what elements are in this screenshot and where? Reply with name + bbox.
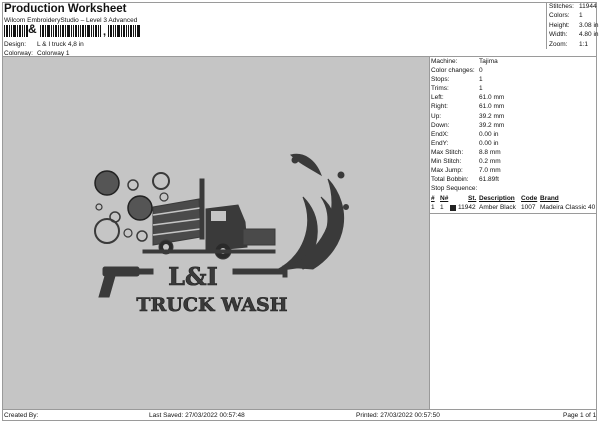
machine-info-panel: Machine: Tajima Color changes: 0 Stops: 1 T… [431, 57, 597, 193]
footer-page: Page 1 of 1 [563, 412, 597, 419]
info-row-total-bobbin: Total Bobbin: 61.89ft [431, 176, 499, 184]
info-row-min-stitch: Min Stitch: 0.2 mm [431, 158, 501, 166]
info-row-left: Left: 61.0 mm [431, 94, 505, 102]
info-row-up: Up: 39.2 mm [431, 112, 505, 120]
truck-icon [142, 178, 276, 260]
row-stitches: 11942 [458, 204, 476, 211]
row-description: Amber Black [479, 204, 516, 211]
stat-stitches: Stitches: 11944 [549, 3, 597, 10]
thread-color-swatch [450, 205, 456, 211]
footer-divider [3, 409, 597, 410]
row-code: 1007 [521, 204, 536, 211]
barcode [4, 25, 141, 37]
stop-sequence-divider [430, 213, 597, 214]
info-row-max-stitch: Max Stitch: 8.8 mm [431, 148, 501, 156]
footer-last-saved: Last Saved: 27/03/2022 00:57:48 [149, 412, 245, 419]
col-stitches: St. [468, 195, 477, 202]
footer-created-by: Created By: [4, 412, 39, 419]
info-row-machine: Machine: Tajima [431, 58, 498, 65]
col-brand: Brand [540, 195, 559, 202]
bubble-icon [127, 195, 153, 221]
info-row-endy: EndY: 0.00 in [431, 139, 499, 147]
stat-height: Height: 3.08 in [549, 21, 599, 29]
bubble-icon [123, 228, 133, 238]
bubble-icon [152, 172, 170, 190]
bubble-icon [95, 203, 103, 211]
stat-width: Width: 4.80 in [549, 31, 599, 39]
info-row-endx: EndX: 0.00 in [431, 130, 499, 138]
bubble-icon [94, 218, 120, 244]
bubble-icon [159, 192, 169, 202]
info-row-stops: Stops: 1 [431, 76, 483, 84]
design-label: Design: [4, 41, 27, 48]
stat-colors: Colors: 1 [549, 12, 583, 20]
row-brand: Madeira Classic 40 [540, 204, 596, 211]
barcode-comma: , [103, 26, 107, 38]
footer-printed: Printed: 27/03/2022 00:57:50 [356, 412, 440, 419]
col-description: Description [479, 195, 515, 202]
logo-line2: TRUCK WASH [136, 294, 287, 316]
info-row-down: Down: 39.2 mm [431, 121, 505, 129]
software-subtitle: Wilcom EmbroideryStudio – Level 3 Advanc… [4, 17, 138, 24]
bubble-icon [94, 170, 120, 196]
barcode-ampersand: & [28, 22, 37, 36]
logo-line1: L&I [168, 262, 218, 291]
design-preview: L&I TRUCK WASH [94, 153, 349, 316]
bubble-icon [127, 179, 139, 191]
info-row-color-changes: Color changes: 0 [431, 67, 483, 75]
water-splash-icon [274, 153, 349, 272]
stop-sequence-title: Stop Sequence: [431, 185, 478, 193]
info-row-trims: Trims: 1 [431, 85, 483, 93]
info-row-max-jump: Max Jump: 7.0 mm [431, 167, 501, 175]
stat-zoom: Zoom: 1:1 [549, 40, 589, 48]
col-num: # [431, 195, 435, 202]
stats-panel: Stitches: 11944 Colors: 1 Height: 3.08 in W… [546, 2, 599, 49]
stop-sequence-row: 1 1 11942 Amber Black 1007 Madeira Class… [431, 204, 597, 213]
info-row-right: Right: 61.0 mm [431, 103, 505, 111]
row-needle: 1 [440, 204, 444, 211]
design-preview-canvas[interactable]: L&I TRUCK WASH [3, 57, 430, 409]
bubble-icon [136, 230, 148, 242]
col-code: Code [521, 195, 538, 202]
page-title: Production Worksheet [4, 3, 127, 15]
design-row: Design: L & I truck 4,8 in [4, 41, 84, 48]
design-value: L & I truck 4,8 in [37, 41, 84, 48]
stop-sequence-header: # N# St. Description Code Brand [431, 195, 597, 204]
col-needle: N# [440, 195, 449, 202]
row-num: 1 [431, 204, 435, 211]
